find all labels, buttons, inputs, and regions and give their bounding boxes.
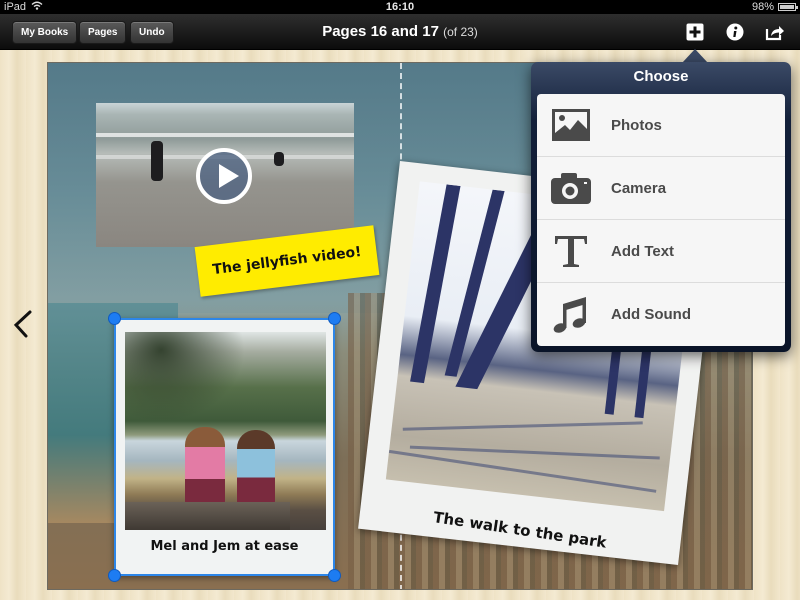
popover-arrow xyxy=(682,49,708,63)
page-title-count: (of 23) xyxy=(443,25,478,39)
share-icon[interactable] xyxy=(765,22,785,42)
camera-icon xyxy=(543,172,599,204)
page-title-main: Pages 16 and 17 xyxy=(322,23,439,40)
play-button[interactable] xyxy=(196,148,252,204)
photo-caption: Mel and Jem at ease xyxy=(150,539,299,554)
info-icon[interactable] xyxy=(725,22,745,42)
resize-handle-top-left[interactable] xyxy=(108,312,121,325)
undo-button[interactable]: Undo xyxy=(130,21,174,44)
photo-child xyxy=(237,430,275,507)
menu-item-add-text[interactable]: Add Text xyxy=(537,220,785,283)
photo-child xyxy=(185,427,225,507)
previous-page-arrow[interactable] xyxy=(10,308,34,340)
menu-item-label: Add Text xyxy=(611,242,675,260)
menu-item-camera[interactable]: Camera xyxy=(537,157,785,220)
battery-icon xyxy=(778,3,798,11)
photo-tree xyxy=(125,332,245,422)
popover-title: Choose xyxy=(633,68,689,85)
photos-icon xyxy=(543,109,599,141)
video-thumbnail[interactable] xyxy=(96,103,354,247)
popover-menu: Photos Camera Add Text Add Sound xyxy=(537,94,785,346)
add-icon[interactable] xyxy=(685,22,705,42)
my-books-button[interactable]: My Books xyxy=(12,21,78,44)
photo-frame-selected[interactable]: Mel and Jem at ease xyxy=(114,318,335,576)
photo-shadow xyxy=(402,421,643,431)
battery-percent: 98% xyxy=(751,1,774,13)
resize-handle-bottom-right[interactable] xyxy=(328,569,341,582)
photo-kids-lake xyxy=(125,332,326,530)
video-wave xyxy=(96,133,354,137)
menu-item-add-sound[interactable]: Add Sound xyxy=(537,283,785,346)
toolbar: My Books Pages Undo Pages 16 and 17 (of … xyxy=(0,14,800,50)
video-person xyxy=(274,152,284,166)
music-note-icon xyxy=(543,296,599,334)
photo-shadow xyxy=(409,445,660,460)
photo-bench xyxy=(125,502,290,530)
menu-item-label: Photos xyxy=(611,116,662,134)
menu-item-photos[interactable]: Photos xyxy=(537,94,785,157)
battery-fill xyxy=(780,5,794,9)
clock: 16:10 xyxy=(385,1,415,13)
menu-item-label: Add Sound xyxy=(611,306,691,323)
pages-button[interactable]: Pages xyxy=(79,21,127,44)
status-bar: iPad 16:10 98% xyxy=(0,0,800,14)
text-icon xyxy=(543,234,599,268)
resize-handle-bottom-left[interactable] xyxy=(108,569,121,582)
choose-popover: Choose Photos Camera Add Text Add Sound xyxy=(531,62,791,352)
resize-handle-top-right[interactable] xyxy=(328,312,341,325)
video-person xyxy=(151,141,163,181)
menu-item-label: Camera xyxy=(611,179,667,197)
